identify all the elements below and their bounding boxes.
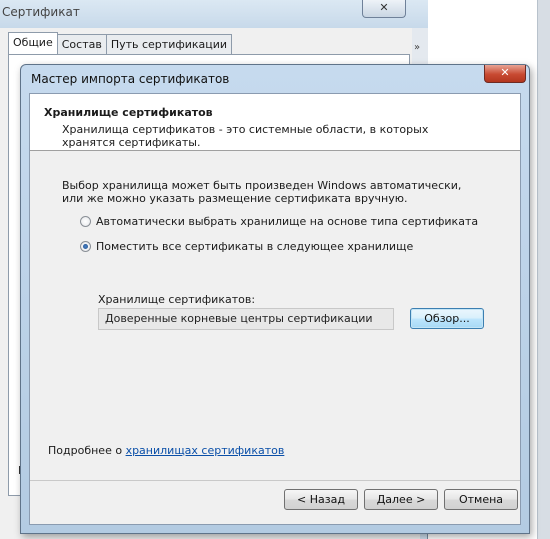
back-button[interactable]: < Назад bbox=[284, 489, 358, 510]
wizard-title: Мастер импорта сертификатов bbox=[31, 72, 230, 86]
certificate-window-close-button[interactable]: ✕ bbox=[362, 0, 406, 18]
next-button[interactable]: Далее > bbox=[364, 489, 438, 510]
tab-general[interactable]: Общие bbox=[8, 32, 58, 54]
certificate-store-field: Доверенные корневые центры сертификации bbox=[98, 308, 394, 330]
certificate-stores-link[interactable]: хранилищах сертификатов bbox=[126, 444, 285, 457]
wizard-header-title: Хранилище сертификатов bbox=[44, 106, 213, 119]
wizard-close-button[interactable]: ✕ bbox=[484, 65, 526, 83]
close-icon: ✕ bbox=[500, 66, 510, 79]
footer-separator bbox=[30, 480, 520, 481]
browse-button[interactable]: Обзор... bbox=[410, 308, 484, 329]
wizard-client-area: Хранилище сертификатов Хранилища сертифи… bbox=[29, 93, 521, 525]
certificate-tabs: Общие Состав Путь сертификации bbox=[8, 32, 233, 54]
tab-details[interactable]: Состав bbox=[56, 34, 107, 54]
certificate-window-titlebar: Сертификат ✕ bbox=[0, 0, 428, 28]
wizard-header: Хранилище сертификатов Хранилища сертифи… bbox=[30, 94, 520, 151]
store-selection-intro: Выбор хранилища может быть произведен Wi… bbox=[62, 179, 462, 205]
certificate-import-wizard: Мастер импорта сертификатов ✕ Хранилище … bbox=[20, 64, 530, 534]
cancel-button[interactable]: Отмена bbox=[444, 489, 518, 510]
radio-auto-select-label: Автоматически выбрать хранилище на основ… bbox=[96, 215, 479, 228]
radio-button-checked[interactable] bbox=[80, 241, 91, 252]
certificate-window-title: Сертификат bbox=[2, 5, 80, 19]
learn-more-prefix: Подробнее о bbox=[48, 444, 126, 457]
certificate-store-label: Хранилище сертификатов: bbox=[98, 293, 256, 306]
radio-auto-select-store[interactable]: Автоматически выбрать хранилище на основ… bbox=[80, 215, 478, 228]
wizard-header-description: Хранилища сертификатов - это системные о… bbox=[62, 123, 429, 149]
learn-more-row: Подробнее о хранилищах сертификатов bbox=[48, 444, 284, 457]
tab-certification-path[interactable]: Путь сертификации bbox=[105, 34, 233, 54]
radio-button-unchecked[interactable] bbox=[80, 216, 91, 227]
radio-place-in-store[interactable]: Поместить все сертификаты в следующее хр… bbox=[80, 240, 413, 253]
screen: Сертификат ✕ Общие Состав Путь сертифика… bbox=[0, 0, 550, 539]
radio-place-in-store-label: Поместить все сертификаты в следующее хр… bbox=[96, 240, 414, 253]
right-edge-scrollbar[interactable] bbox=[537, 0, 550, 539]
close-icon: ✕ bbox=[379, 1, 389, 14]
chevron-right-icon[interactable]: » bbox=[414, 42, 420, 53]
